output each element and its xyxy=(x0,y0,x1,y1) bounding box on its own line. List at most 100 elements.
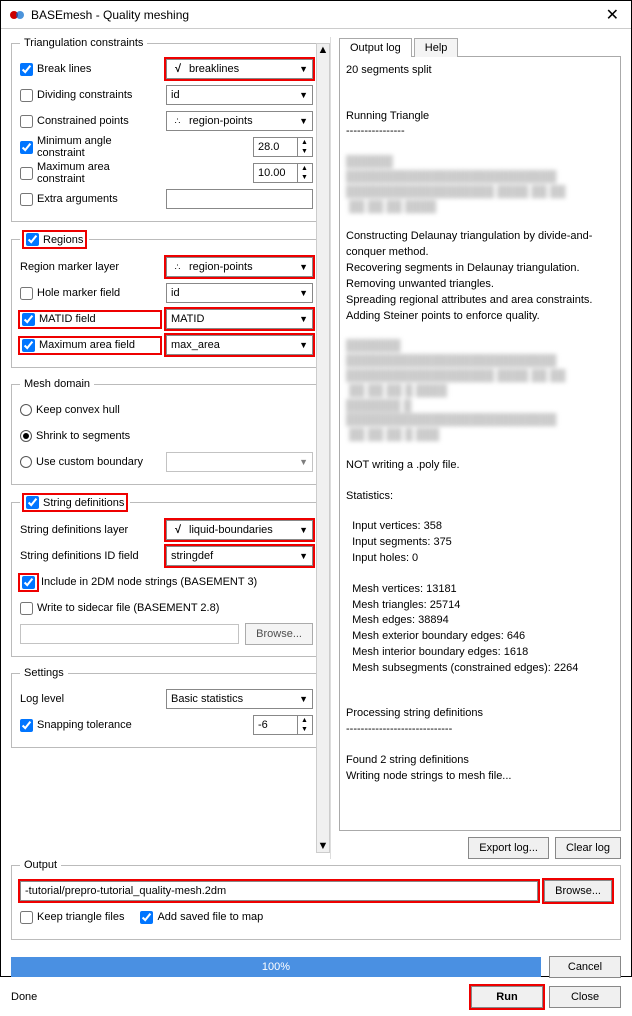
tab-help[interactable]: Help xyxy=(414,38,459,57)
stringdef-legend: String definitions xyxy=(43,497,124,509)
left-scrollbar[interactable]: ▲▼ xyxy=(316,43,330,853)
max-area-label: Maximum area constraint xyxy=(37,161,160,185)
extra-args-check[interactable] xyxy=(20,193,33,206)
mesh-domain-legend: Mesh domain xyxy=(20,378,94,390)
points-icon: ∴ xyxy=(171,116,185,127)
polyline-icon: √ xyxy=(171,63,185,75)
stringdef-check[interactable] xyxy=(26,496,39,509)
keep-triangle-check[interactable] xyxy=(20,911,33,924)
add-map-label: Add saved file to map xyxy=(157,911,263,923)
settings-group: Settings Log level Basic statistics▼ Sna… xyxy=(11,667,322,748)
app-icon xyxy=(9,7,25,23)
chevron-down-icon: ▼ xyxy=(299,116,308,126)
tab-output-log[interactable]: Output log xyxy=(339,38,412,57)
sidecar-browse-button[interactable]: Browse... xyxy=(245,623,313,645)
clear-log-button[interactable]: Clear log xyxy=(555,837,621,859)
hole-marker-check[interactable] xyxy=(20,287,33,300)
redacted-text: ██████ ███████████████████████████ █████… xyxy=(346,155,614,214)
stringdef-id-label: String definitions ID field xyxy=(20,550,160,562)
extra-args-label: Extra arguments xyxy=(37,193,118,205)
chevron-down-icon: ▼ xyxy=(299,694,308,704)
chevron-down-icon: ▼ xyxy=(299,340,308,350)
break-lines-label: Break lines xyxy=(37,63,91,75)
output-browse-button[interactable]: Browse... xyxy=(544,880,612,902)
min-angle-check[interactable] xyxy=(20,141,33,154)
custom-boundary-label: Use custom boundary xyxy=(36,456,143,468)
chevron-down-icon: ▼ xyxy=(299,262,308,272)
matid-label: MATID field xyxy=(39,313,96,325)
shrink-label: Shrink to segments xyxy=(36,430,130,442)
shrink-radio[interactable] xyxy=(20,430,32,442)
chevron-down-icon: ▼ xyxy=(299,90,308,100)
extra-args-input[interactable] xyxy=(166,189,313,209)
cancel-button[interactable]: Cancel xyxy=(549,956,621,978)
output-log[interactable]: 20 segments split Running Triangle -----… xyxy=(339,57,621,831)
sidecar-path xyxy=(20,624,239,644)
matid-combo[interactable]: MATID▼ xyxy=(166,309,313,329)
snapping-label: Snapping tolerance xyxy=(37,719,132,731)
keep-hull-label: Keep convex hull xyxy=(36,404,120,416)
chevron-down-icon: ▼ xyxy=(299,64,308,74)
maxarea-field-label: Maximum area field xyxy=(39,339,135,351)
keep-hull-radio[interactable] xyxy=(20,404,32,416)
run-button[interactable]: Run xyxy=(471,986,543,1008)
export-log-button[interactable]: Export log... xyxy=(468,837,549,859)
constrained-points-combo[interactable]: ∴region-points▼ xyxy=(166,111,313,131)
scroll-up-icon[interactable]: ▲ xyxy=(318,44,329,56)
settings-legend: Settings xyxy=(20,667,68,679)
hole-marker-combo[interactable]: id▼ xyxy=(166,283,313,303)
scroll-down-icon[interactable]: ▼ xyxy=(318,840,329,852)
dividing-label: Dividing constraints xyxy=(37,89,132,101)
max-area-check[interactable] xyxy=(20,167,33,180)
log-tabs: Output log Help xyxy=(339,37,621,57)
progress-bar: 100% xyxy=(11,957,541,977)
include-2dm-check[interactable] xyxy=(22,576,35,589)
stringdef-id-combo[interactable]: stringdef▼ xyxy=(166,546,313,566)
status-text: Done xyxy=(11,991,465,1003)
region-marker-combo[interactable]: ∴region-points▼ xyxy=(166,257,313,277)
break-lines-check[interactable] xyxy=(20,63,33,76)
keep-triangle-label: Keep triangle files xyxy=(37,911,124,923)
polyline-icon: √ xyxy=(171,524,185,536)
regions-legend: Regions xyxy=(43,234,83,246)
min-angle-spin[interactable]: 28.0▲▼ xyxy=(253,137,313,157)
window-title: BASEmesh - Quality meshing xyxy=(31,8,602,22)
region-marker-label: Region marker layer xyxy=(20,261,160,273)
output-path-input[interactable]: -tutorial/prepro-tutorial_quality-mesh.2… xyxy=(20,881,538,901)
sidecar-check[interactable] xyxy=(20,602,33,615)
custom-boundary-combo: ▼ xyxy=(166,452,313,472)
redacted-text: ███████ ███████████████████████████ ████… xyxy=(346,339,614,443)
stringdef-group: String definitions String definitions la… xyxy=(11,495,322,657)
triangulation-legend: Triangulation constraints xyxy=(20,37,147,49)
dividing-check[interactable] xyxy=(20,89,33,102)
matid-check[interactable] xyxy=(22,313,35,326)
max-area-spin[interactable]: 10.00▲▼ xyxy=(253,163,313,183)
close-button[interactable]: Close xyxy=(549,986,621,1008)
stringdef-layer-combo[interactable]: √liquid-boundaries▼ xyxy=(166,520,313,540)
spin-buttons[interactable]: ▲▼ xyxy=(297,138,311,156)
break-lines-combo[interactable]: √breaklines▼ xyxy=(166,59,313,79)
chevron-down-icon: ▼ xyxy=(299,314,308,324)
custom-boundary-radio[interactable] xyxy=(20,456,32,468)
mesh-domain-group: Mesh domain Keep convex hull Shrink to s… xyxy=(11,378,322,485)
chevron-down-icon: ▼ xyxy=(299,551,308,561)
spin-buttons[interactable]: ▲▼ xyxy=(297,716,311,734)
regions-check[interactable] xyxy=(26,233,39,246)
close-icon[interactable]: ✕ xyxy=(602,5,623,25)
chevron-down-icon: ▼ xyxy=(299,525,308,535)
log-level-combo[interactable]: Basic statistics▼ xyxy=(166,689,313,709)
snapping-spin[interactable]: -6▲▼ xyxy=(253,715,313,735)
maxarea-field-check[interactable] xyxy=(22,339,35,352)
snapping-check[interactable] xyxy=(20,719,33,732)
log-level-label: Log level xyxy=(20,693,160,705)
min-angle-label: Minimum angle constraint xyxy=(37,135,160,159)
dividing-combo[interactable]: id▼ xyxy=(166,85,313,105)
triangulation-group: Triangulation constraints Break lines √b… xyxy=(11,37,322,222)
maxarea-field-combo[interactable]: max_area▼ xyxy=(166,335,313,355)
spin-buttons[interactable]: ▲▼ xyxy=(297,164,311,182)
constrained-points-label: Constrained points xyxy=(37,115,129,127)
add-map-check[interactable] xyxy=(140,911,153,924)
constrained-points-check[interactable] xyxy=(20,115,33,128)
output-group: Output -tutorial/prepro-tutorial_quality… xyxy=(11,859,621,940)
sidecar-label: Write to sidecar file (BASEMENT 2.8) xyxy=(37,602,219,614)
